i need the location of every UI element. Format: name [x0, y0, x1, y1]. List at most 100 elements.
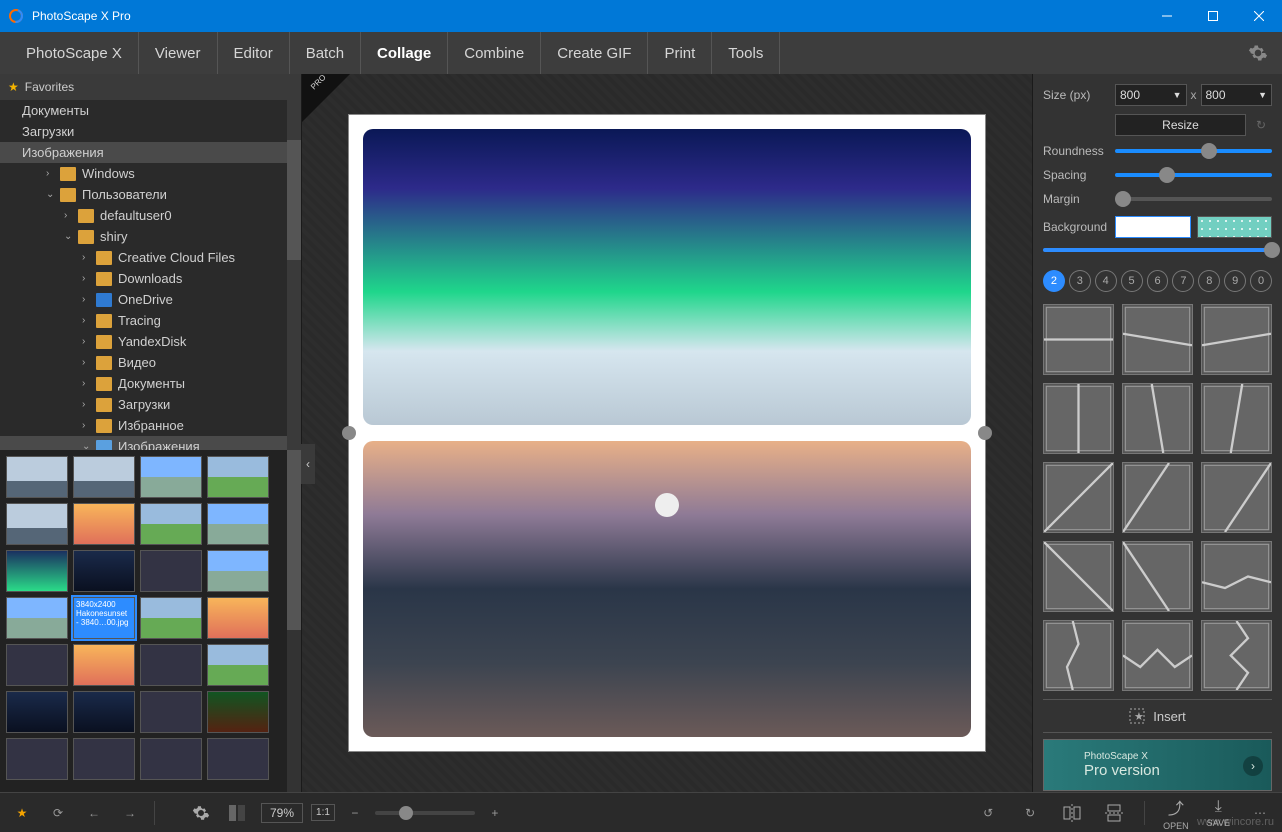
flip-h-button[interactable] — [1060, 801, 1084, 825]
roundness-slider[interactable] — [1115, 149, 1272, 153]
nav-forward-button[interactable]: → — [118, 801, 142, 825]
thumbnail[interactable] — [6, 597, 68, 639]
rotate-left-button[interactable]: ↺ — [976, 801, 1000, 825]
template-10[interactable] — [1043, 541, 1114, 612]
folder-row[interactable]: ›Downloads — [0, 268, 301, 289]
folder-row[interactable]: ⌄shiry — [0, 226, 301, 247]
maximize-button[interactable] — [1190, 0, 1236, 32]
width-select[interactable]: 800▼ — [1115, 84, 1187, 106]
insert-button[interactable]: ★ Insert — [1043, 699, 1272, 733]
template-13[interactable] — [1043, 620, 1114, 691]
thumbnail[interactable] — [140, 691, 202, 733]
thumbnail[interactable] — [73, 644, 135, 686]
nav-tab-create-gif[interactable]: Create GIF — [541, 32, 648, 74]
count-3[interactable]: 3 — [1069, 270, 1091, 292]
thumbnail[interactable] — [6, 503, 68, 545]
template-5[interactable] — [1122, 383, 1193, 454]
canvas-handle-left[interactable] — [342, 426, 356, 440]
count-2[interactable]: 2 — [1043, 270, 1065, 292]
settings-gear-button[interactable] — [189, 801, 213, 825]
folder-row[interactable]: ›Tracing — [0, 310, 301, 331]
template-14[interactable] — [1122, 620, 1193, 691]
folder-row[interactable]: ›Creative Cloud Files — [0, 247, 301, 268]
collapse-panel-button[interactable]: ‹ — [301, 444, 315, 484]
folder-row[interactable]: ›YandexDisk — [0, 331, 301, 352]
zoom-slider[interactable] — [375, 811, 475, 815]
folder-row[interactable]: ›Загрузки — [0, 394, 301, 415]
count-0[interactable]: 0 — [1250, 270, 1272, 292]
count-4[interactable]: 4 — [1095, 270, 1117, 292]
thumbnail[interactable] — [6, 550, 68, 592]
folder-row[interactable]: ›Избранное — [0, 415, 301, 436]
template-12[interactable] — [1201, 541, 1272, 612]
thumbnail[interactable] — [207, 738, 269, 780]
thumbnail[interactable] — [140, 503, 202, 545]
collage-cell-bottom[interactable] — [363, 441, 971, 737]
template-7[interactable] — [1043, 462, 1114, 533]
thumbnail[interactable] — [140, 738, 202, 780]
settings-button[interactable] — [1244, 39, 1272, 67]
zoom-value[interactable]: 79% — [261, 803, 303, 823]
template-9[interactable] — [1201, 462, 1272, 533]
thumbnail[interactable] — [140, 644, 202, 686]
thumbs-scrollbar[interactable] — [287, 450, 301, 792]
nav-back-button[interactable]: ← — [82, 801, 106, 825]
close-button[interactable] — [1236, 0, 1282, 32]
collage-canvas[interactable] — [349, 115, 985, 751]
thumbnail[interactable] — [73, 456, 135, 498]
canvas-handle-right[interactable] — [978, 426, 992, 440]
folder-row[interactable]: ⌄Пользователи — [0, 184, 301, 205]
template-1[interactable] — [1043, 304, 1114, 375]
thumbnail[interactable] — [140, 456, 202, 498]
nav-tab-viewer[interactable]: Viewer — [139, 32, 218, 74]
nav-tab-tools[interactable]: Tools — [712, 32, 780, 74]
template-2[interactable] — [1122, 304, 1193, 375]
redo-size-button[interactable]: ↻ — [1250, 114, 1272, 136]
thumbnail[interactable]: 3840x2400Hakonesunset - 3840…00.jpg — [73, 597, 135, 639]
collage-cell-top[interactable] — [363, 129, 971, 425]
thumbnail[interactable] — [73, 503, 135, 545]
template-3[interactable] — [1201, 304, 1272, 375]
thumbnail[interactable] — [207, 597, 269, 639]
count-5[interactable]: 5 — [1121, 270, 1143, 292]
favorites-bar[interactable]: ★ Favorites — [0, 74, 301, 100]
thumbnail[interactable] — [73, 550, 135, 592]
template-4[interactable] — [1043, 383, 1114, 454]
resize-button[interactable]: Resize — [1115, 114, 1246, 136]
nav-tab-editor[interactable]: Editor — [218, 32, 290, 74]
thumbnail[interactable] — [207, 550, 269, 592]
thumbnail[interactable] — [6, 456, 68, 498]
tree-scrollbar[interactable] — [287, 100, 301, 450]
nav-tab-photoscape-x[interactable]: PhotoScape X — [10, 32, 139, 74]
template-11[interactable] — [1122, 541, 1193, 612]
bg-color-swatch[interactable] — [1115, 216, 1191, 238]
canvas-center-handle[interactable] — [655, 493, 679, 517]
view-mode-button[interactable] — [225, 801, 249, 825]
folder-row[interactable]: Документы — [0, 100, 301, 121]
folder-row[interactable]: ›OneDrive — [0, 289, 301, 310]
folder-row[interactable]: ›Видео — [0, 352, 301, 373]
count-8[interactable]: 8 — [1198, 270, 1220, 292]
bg-pattern-swatch[interactable] — [1197, 216, 1273, 238]
thumbnail[interactable] — [207, 644, 269, 686]
folder-row[interactable]: ›Документы — [0, 373, 301, 394]
thumbnail[interactable] — [6, 691, 68, 733]
folder-tree[interactable]: ДокументыЗагрузкиИзображения›Windows⌄Пол… — [0, 100, 301, 450]
open-button[interactable]: ⤴OPEN — [1163, 795, 1189, 831]
thumbnail[interactable] — [73, 738, 135, 780]
thumbnail[interactable] — [207, 503, 269, 545]
nav-tab-collage[interactable]: Collage — [361, 32, 448, 74]
thumbnail[interactable] — [207, 691, 269, 733]
spacing-slider[interactable] — [1115, 173, 1272, 177]
template-15[interactable] — [1201, 620, 1272, 691]
nav-tab-combine[interactable]: Combine — [448, 32, 541, 74]
margin-slider[interactable] — [1115, 197, 1272, 201]
thumbnail[interactable] — [140, 550, 202, 592]
bg-opacity-slider[interactable] — [1043, 248, 1272, 252]
folder-row[interactable]: ›defaultuser0 — [0, 205, 301, 226]
zoom-out-button[interactable]: − — [343, 801, 367, 825]
folder-row[interactable]: ⌄Изображения — [0, 436, 301, 450]
thumbnail[interactable] — [6, 644, 68, 686]
folder-row[interactable]: Загрузки — [0, 121, 301, 142]
count-7[interactable]: 7 — [1172, 270, 1194, 292]
